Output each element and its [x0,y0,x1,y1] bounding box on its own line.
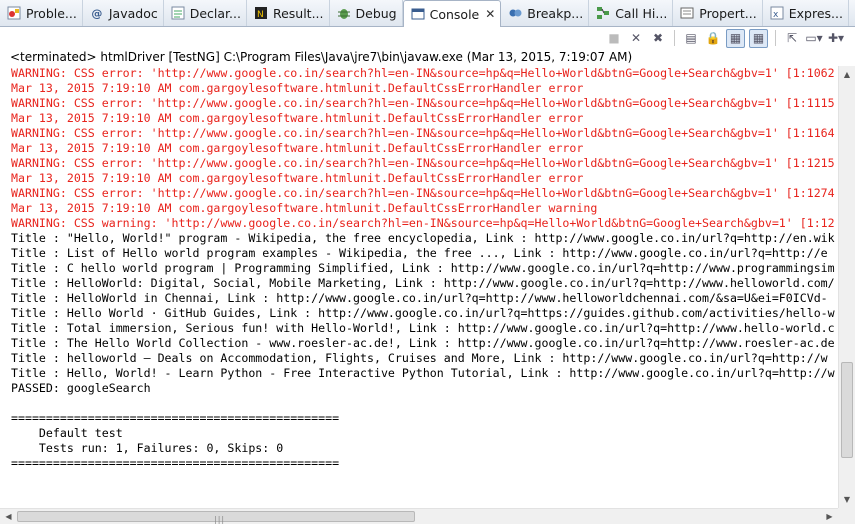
console-line: Title : HelloWorld: Digital, Social, Mob… [11,276,835,290]
console-line: Title : helloworld – Deals on Accommodat… [11,351,828,365]
pin-console-icon[interactable]: ⇱ [783,29,801,47]
view-tab-bar: Proble... @ Javadoc Declar... N Result...… [0,0,855,27]
show-stdout-icon[interactable]: ▦ [726,28,745,48]
tab-label: Javadoc [108,5,158,21]
scrollbar-thumb[interactable] [841,362,853,458]
console-line: Tests run: 1, Failures: 0, Skips: 0 [11,441,284,455]
console-line: PASSED: googleSearch [11,381,151,395]
show-stderr-icon[interactable]: ▦ [749,28,768,48]
remove-all-terminated-icon[interactable]: ✖ [649,29,667,47]
tab-properties[interactable]: Propert... [673,0,763,26]
tab-console[interactable]: Console ✕ [402,0,502,27]
tab-declaration[interactable]: Declar... [164,0,247,26]
console-line: Title : The Hello World Collection - www… [11,336,835,350]
scrollbar-corner [838,508,855,524]
breakpoints-icon [507,5,523,21]
scrollbar-thumb[interactable]: ||| [17,511,415,524]
expressions-icon: x [769,5,785,21]
remove-launch-icon[interactable]: ✕ [627,29,645,47]
tab-label: Proble... [26,5,77,21]
console-line: Title : List of Hello world program exam… [11,246,828,260]
console-toolbar: ■ ✕ ✖ ▤ 🔒 ▦ ▦ ⇱ ▭▾ ✚▾ [0,27,855,49]
display-console-icon[interactable]: ▭▾ [805,29,823,47]
scroll-right-icon[interactable]: ▶ [821,509,838,524]
console-line: Title : HelloWorld in Chennai, Link : ht… [11,291,828,305]
properties-icon [679,5,695,21]
tab-label: Propert... [699,5,757,21]
console-icon [410,6,426,22]
console-line: WARNING: CSS error: 'http://www.google.c… [11,156,835,170]
console-line: WARNING: CSS error: 'http://www.google.c… [11,126,835,140]
console-line: Mar 13, 2015 7:19:10 AM com.gargoylesoft… [11,171,584,185]
console-line: Mar 13, 2015 7:19:10 AM com.gargoylesoft… [11,201,598,215]
console-line: ========================================… [11,456,340,470]
process-status: <terminated> htmlDriver [TestNG] C:\Prog… [10,50,633,64]
tab-problems[interactable]: Proble... [0,0,83,26]
console-line: WARNING: CSS warning: 'http://www.google… [11,216,835,230]
svg-text:x: x [773,10,779,20]
console-line: ========================================… [11,411,340,425]
console-line: Default test [11,426,123,440]
javadoc-icon: @ [91,6,103,20]
scroll-down-icon[interactable]: ▼ [839,491,855,508]
call-hierarchy-icon [595,5,611,21]
console-line: Mar 13, 2015 7:19:10 AM com.gargoylesoft… [11,141,584,155]
problems-icon [6,5,22,21]
console-line: Title : Hello, World! - Learn Python - F… [11,366,835,380]
tab-label: Breakp... [527,5,584,21]
tab-expressions[interactable]: x Expres... [763,0,849,26]
tab-label: Console [429,6,480,22]
toolbar-separator [674,30,675,46]
console-output[interactable]: WARNING: CSS error: 'http://www.google.c… [0,66,838,508]
tab-breakpoints[interactable]: Breakp... [501,0,590,26]
clear-console-icon[interactable]: ▤ [682,29,700,47]
terminate-icon[interactable]: ■ [605,29,623,47]
tab-label: Result... [272,5,324,21]
declaration-icon [170,5,186,21]
tab-debug[interactable]: Debug [330,0,403,26]
close-icon[interactable]: ✕ [485,7,495,21]
tab-label: Expres... [788,5,843,21]
tab-label: Debug [355,5,397,21]
console-line: Title : Hello World · GitHub Guides, Lin… [11,306,835,320]
console-line: WARNING: CSS error: 'http://www.google.c… [11,186,835,200]
open-console-icon[interactable]: ✚▾ [827,29,845,47]
vertical-scrollbar[interactable]: ▲ ▼ [838,66,855,508]
tab-label: Declar... [189,5,241,21]
debug-icon [336,5,352,21]
scroll-lock-icon[interactable]: 🔒 [704,29,722,47]
toolbar-separator [775,30,776,46]
scroll-left-icon[interactable]: ◀ [0,509,17,524]
console-line: Title : "Hello, World!" program - Wikipe… [11,231,835,245]
scroll-up-icon[interactable]: ▲ [839,66,855,83]
tab-call-hierarchy[interactable]: Call Hi... [589,0,674,26]
testng-results-icon: N [253,5,269,21]
console-line: WARNING: CSS error: 'http://www.google.c… [11,66,835,80]
console-line: Mar 13, 2015 7:19:10 AM com.gargoylesoft… [11,111,584,125]
console-line: Mar 13, 2015 7:19:10 AM com.gargoylesoft… [11,81,584,95]
console-line: Title : Total immersion, Serious fun! wi… [11,321,835,335]
horizontal-scrollbar[interactable]: ◀ ||| ▶ [0,508,838,524]
console-line: Title : C hello world program | Programm… [11,261,835,275]
svg-text:N: N [257,10,264,20]
console-line: WARNING: CSS error: 'http://www.google.c… [11,96,835,110]
tab-testng-results[interactable]: N Result... [247,0,330,26]
tab-label: Call Hi... [615,5,668,21]
tab-javadoc[interactable]: @ Javadoc [83,0,164,26]
